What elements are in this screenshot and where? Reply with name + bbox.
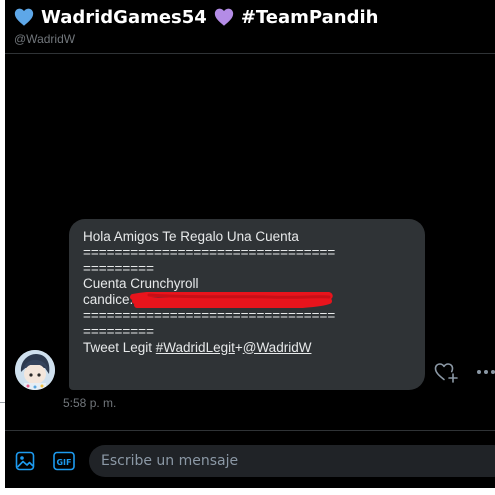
conversation-handle[interactable]: @WadridW	[14, 32, 75, 46]
add-image-button[interactable]	[15, 451, 35, 471]
message-separator: =========	[83, 260, 154, 276]
conversation-hashtag: #TeamPandih	[240, 6, 379, 28]
message-timestamp: 5:58 p. m.	[63, 396, 117, 410]
dm-conversation-window: WadridGames54 #TeamPandih @WadridW Hola …	[5, 0, 495, 488]
message-bubble[interactable]: Hola Amigos Te Regalo Una Cuenta =======…	[69, 219, 425, 390]
heart-plus-icon	[434, 363, 458, 383]
conversation-title[interactable]: WadridGames54 #TeamPandih	[13, 6, 378, 28]
message-separator: =========	[83, 323, 154, 339]
page-divider	[0, 402, 5, 403]
add-gif-button[interactable]: GIF	[53, 451, 75, 471]
purple-heart-icon	[213, 6, 235, 28]
message-line-tweet: Tweet Legit #WadridLegit+@WadridW	[83, 340, 411, 356]
image-icon	[15, 451, 35, 471]
message-line-greeting: Hola Amigos Te Regalo Una Cuenta	[83, 229, 299, 244]
gif-icon: GIF	[53, 451, 75, 471]
message-input[interactable]	[89, 445, 495, 477]
message-composer: GIF	[5, 430, 495, 488]
blue-heart-icon	[13, 6, 35, 28]
svg-text:GIF: GIF	[56, 458, 71, 467]
mention-link[interactable]: @WadridW	[243, 340, 312, 355]
message-separator: ================================	[83, 307, 336, 323]
email-prefix: candice.	[83, 292, 134, 308]
conversation-header: WadridGames54 #TeamPandih @WadridW	[5, 0, 495, 54]
more-options-button[interactable]	[475, 362, 495, 382]
tweet-prefix: Tweet Legit	[83, 339, 156, 355]
message-separator: ================================	[83, 244, 336, 260]
conversation-name: WadridGames54	[41, 6, 207, 28]
plus-sign: +	[234, 339, 243, 355]
message-line-service: Cuenta Crunchyroll	[83, 276, 199, 292]
more-dots-icon	[477, 370, 495, 374]
hashtag-link[interactable]: #WadridLegit	[156, 340, 235, 355]
redaction-scribble	[130, 292, 333, 308]
message-line-email: candice.	[83, 292, 411, 308]
avatar[interactable]	[15, 350, 55, 390]
react-button[interactable]	[433, 360, 459, 384]
